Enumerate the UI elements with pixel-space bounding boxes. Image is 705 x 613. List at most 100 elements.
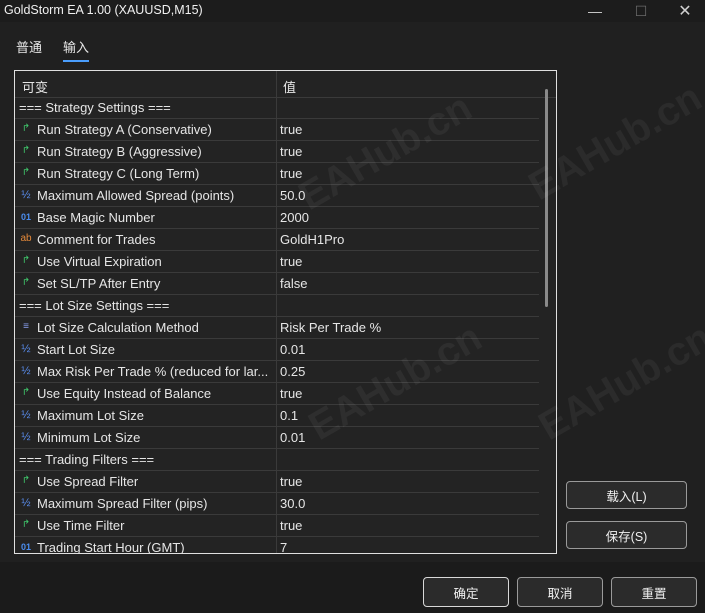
column-header-value[interactable]: 值 (283, 77, 296, 96)
column-header-variable[interactable]: 可变 (22, 77, 48, 96)
row-value[interactable]: false (280, 276, 307, 291)
reset-button[interactable]: 重置 (611, 577, 697, 607)
row-value[interactable]: 7 (280, 540, 287, 553)
row-label: Maximum Allowed Spread (points) (37, 188, 235, 203)
load-button[interactable]: 载入(L) (566, 481, 687, 509)
row-value[interactable]: true (280, 518, 302, 533)
maximize-button[interactable]: ☐ (618, 0, 664, 22)
row-value[interactable]: 2000 (280, 210, 309, 225)
row-name-cell: ab Comment for Trades (15, 229, 277, 250)
table-row[interactable]: ab Comment for Trades GoldH1Pro (15, 229, 539, 251)
row-name-cell: ½ Max Risk Per Trade % (reduced for lar..… (15, 361, 277, 382)
row-label: Maximum Lot Size (37, 408, 144, 423)
row-name-cell: ↱ Run Strategy C (Long Term) (15, 163, 277, 184)
row-label: Max Risk Per Trade % (reduced for lar... (37, 364, 269, 379)
row-label: Run Strategy C (Long Term) (37, 166, 200, 181)
table-row[interactable]: ½ Maximum Spread Filter (pips) 30.0 (15, 493, 539, 515)
row-label: === Lot Size Settings === (19, 298, 170, 313)
row-value[interactable]: true (280, 122, 302, 137)
table-row[interactable]: ↱ Run Strategy B (Aggressive) true (15, 141, 539, 163)
row-label: === Trading Filters === (19, 452, 155, 467)
table-row[interactable]: ½ Maximum Lot Size 0.1 (15, 405, 539, 427)
row-label: Use Time Filter (37, 518, 125, 533)
arrow-icon: ↱ (21, 123, 31, 134)
arrow-icon: ↱ (21, 387, 31, 398)
int-icon: 01 (20, 542, 31, 552)
row-name-cell: ↱ Run Strategy B (Aggressive) (15, 141, 277, 162)
row-name-cell: === Trading Filters === (15, 449, 277, 470)
window-title: GoldStorm EA 1.00 (XAUUSD,M15) (4, 3, 203, 17)
table-row[interactable]: 01 Trading Start Hour (GMT) 7 (15, 537, 539, 554)
close-button[interactable]: ✕ (662, 0, 705, 22)
row-value[interactable]: true (280, 254, 302, 269)
row-value[interactable]: true (280, 386, 302, 401)
row-name-cell: ↱ Use Time Filter (15, 515, 277, 536)
row-value[interactable]: true (280, 474, 302, 489)
row-value[interactable]: 30.0 (280, 496, 305, 511)
table-row[interactable]: ½ Minimum Lot Size 0.01 (15, 427, 539, 449)
title-bar: GoldStorm EA 1.00 (XAUUSD,M15) — ☐ ✕ (0, 0, 705, 22)
row-label: === Strategy Settings === (19, 100, 171, 115)
ok-button[interactable]: 确定 (423, 577, 509, 607)
row-value[interactable]: 0.25 (280, 364, 305, 379)
tab-bar: 普通 输入 (0, 33, 705, 62)
row-label: Trading Start Hour (GMT) (37, 540, 185, 554)
row-name-cell: ↱ Use Spread Filter (15, 471, 277, 492)
table-row[interactable]: ½ Max Risk Per Trade % (reduced for lar..… (15, 361, 539, 383)
row-value[interactable]: 0.01 (280, 430, 305, 445)
table-row[interactable]: ↱ Use Time Filter true (15, 515, 539, 537)
table-row[interactable]: ↱ Use Spread Filter true (15, 471, 539, 493)
table-row[interactable]: ½ Start Lot Size 0.01 (15, 339, 539, 361)
row-label: Use Equity Instead of Balance (37, 386, 212, 401)
half-icon: ½ (21, 497, 31, 509)
row-name-cell: ↱ Use Equity Instead of Balance (15, 383, 277, 404)
arrow-icon: ↱ (21, 475, 31, 486)
table-row[interactable]: ↱ Set SL/TP After Entry false (15, 273, 539, 295)
table-row[interactable]: ↱ Run Strategy A (Conservative) true (15, 119, 539, 141)
table-row[interactable]: === Lot Size Settings === (15, 295, 539, 317)
cancel-button[interactable]: 取消 (517, 577, 603, 607)
watermark: EAHub.cn (531, 315, 705, 449)
table-row[interactable]: === Strategy Settings === (15, 97, 539, 119)
row-name-cell: ↱ Run Strategy A (Conservative) (15, 119, 277, 140)
row-value[interactable]: GoldH1Pro (280, 232, 344, 247)
arrow-icon: ↱ (21, 277, 31, 288)
table-row[interactable]: ↱ Run Strategy C (Long Term) true (15, 163, 539, 185)
row-name-cell: === Lot Size Settings === (15, 295, 277, 316)
table-row[interactable]: 01 Base Magic Number 2000 (15, 207, 539, 229)
inputs-grid: 可变 值 === Strategy Settings === ↱ Run Strat… (14, 70, 557, 554)
table-row[interactable]: ≡ Lot Size Calculation Method Risk Per Tra… (15, 317, 539, 339)
table-row[interactable]: ↱ Use Virtual Expiration true (15, 251, 539, 273)
row-name-cell: ↱ Set SL/TP After Entry (15, 273, 277, 294)
table-row[interactable]: === Trading Filters === (15, 449, 539, 471)
row-label: Minimum Lot Size (37, 430, 141, 445)
row-label: Lot Size Calculation Method (37, 320, 199, 335)
row-name-cell: 01 Base Magic Number (15, 207, 277, 228)
save-button[interactable]: 保存(S) (566, 521, 687, 549)
row-label: Run Strategy A (Conservative) (37, 122, 212, 137)
tab-common[interactable]: 普通 (16, 37, 42, 56)
row-label: Run Strategy B (Aggressive) (37, 144, 202, 159)
row-value[interactable]: 0.1 (280, 408, 298, 423)
row-name-cell: 01 Trading Start Hour (GMT) (15, 537, 277, 554)
int-icon: 01 (20, 212, 31, 222)
arrow-icon: ↱ (21, 519, 31, 530)
half-icon: ½ (21, 431, 31, 443)
grid-header: 可变 值 (15, 71, 556, 98)
table-row[interactable]: ½ Maximum Allowed Spread (points) 50.0 (15, 185, 539, 207)
row-value[interactable]: 50.0 (280, 188, 305, 203)
row-label: Start Lot Size (37, 342, 116, 357)
row-value[interactable]: 0.01 (280, 342, 305, 357)
table-row[interactable]: ↱ Use Equity Instead of Balance true (15, 383, 539, 405)
tab-inputs[interactable]: 输入 (63, 37, 90, 62)
row-name-cell: ½ Maximum Allowed Spread (points) (15, 185, 277, 206)
row-value[interactable]: true (280, 144, 302, 159)
arrow-icon: ↱ (21, 167, 31, 178)
row-value[interactable]: true (280, 166, 302, 181)
row-name-cell: ½ Start Lot Size (15, 339, 277, 360)
minimize-button[interactable]: — (572, 0, 618, 22)
vertical-scrollbar[interactable] (545, 89, 548, 307)
arrow-icon: ↱ (21, 145, 31, 156)
row-value[interactable]: Risk Per Trade % (280, 320, 381, 335)
row-label: Use Virtual Expiration (37, 254, 162, 269)
